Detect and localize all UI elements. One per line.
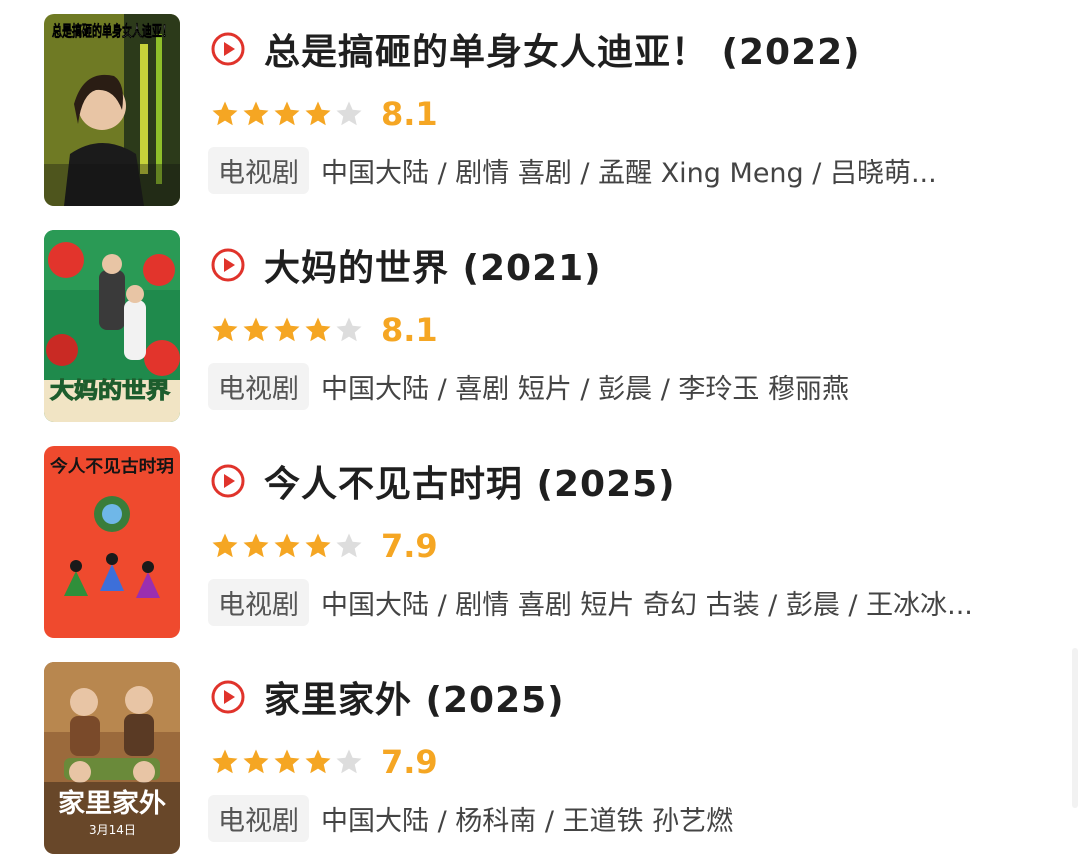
- movie-result-list: 总是搞砸的单身女人迪亚！ 总是搞砸的单身女人迪亚！ (2022) 8.1 电视剧…: [0, 0, 1080, 866]
- poster-title: 总是搞砸的单身女人迪亚！: [52, 22, 172, 40]
- poster-image[interactable]: 总是搞砸的单身女人迪亚！: [44, 14, 180, 206]
- star-icon: [243, 749, 269, 774]
- item-title[interactable]: 家里家外 (2025): [264, 671, 565, 723]
- poster-image[interactable]: 今人不见古时玥: [44, 446, 180, 638]
- list-item[interactable]: 家里家外 3月14日 家里家外 (2025) 7.9 电视剧 中国大陆 / 杨科: [0, 662, 1080, 862]
- item-title[interactable]: 大妈的世界 (2021): [264, 239, 602, 291]
- star-rating: [210, 747, 365, 777]
- list-item[interactable]: 今人不见古时玥 今人不见古时玥 (2025) 7.9 电视剧 中国大陆 / 剧情…: [0, 446, 1080, 646]
- star-rating: [210, 99, 365, 129]
- star-icon: [212, 101, 238, 126]
- star-icon: [274, 101, 300, 126]
- star-empty-icon: [336, 101, 362, 126]
- star-icon: [305, 749, 331, 774]
- list-item[interactable]: 大妈的世界 大妈的世界 (2021) 8.1 电视剧 中国大陆 / 喜剧 短片 …: [0, 230, 1080, 430]
- star-icon: [243, 533, 269, 558]
- rating-score: 7.9: [381, 527, 438, 565]
- play-circle-icon[interactable]: [210, 679, 246, 715]
- star-icon: [212, 749, 238, 774]
- poster-title: 家里家外: [58, 788, 166, 819]
- play-circle-icon[interactable]: [210, 463, 246, 499]
- poster-title: 今人不见古时玥: [50, 456, 174, 477]
- poster-image[interactable]: 大妈的世界: [44, 230, 180, 422]
- star-icon: [305, 101, 331, 126]
- category-tag: 电视剧: [208, 146, 309, 194]
- item-meta: 中国大陆 / 喜剧 短片 / 彭晨 / 李玲玉 穆丽燕: [321, 373, 849, 405]
- poster-image[interactable]: 家里家外 3月14日: [44, 662, 180, 854]
- rating-score: 8.1: [381, 311, 438, 349]
- star-empty-icon: [336, 533, 362, 558]
- scrollbar[interactable]: [1072, 648, 1078, 808]
- star-empty-icon: [336, 749, 362, 774]
- rating-score: 7.9: [381, 743, 438, 781]
- star-icon: [212, 317, 238, 342]
- item-title[interactable]: 总是搞砸的单身女人迪亚！ (2022): [264, 23, 861, 75]
- star-rating: [210, 531, 365, 561]
- star-icon: [305, 533, 331, 558]
- star-icon: [274, 317, 300, 342]
- list-item[interactable]: 总是搞砸的单身女人迪亚！ 总是搞砸的单身女人迪亚！ (2022) 8.1 电视剧…: [0, 14, 1080, 214]
- item-meta: 中国大陆 / 剧情 喜剧 / 孟醒 Xing Meng / 吕晓萌...: [321, 157, 937, 189]
- category-tag: 电视剧: [208, 794, 309, 842]
- poster-title: 大妈的世界: [50, 378, 170, 404]
- star-icon: [243, 101, 269, 126]
- star-icon: [274, 749, 300, 774]
- star-rating: [210, 315, 365, 345]
- poster-date: 3月14日: [89, 823, 136, 837]
- play-circle-icon[interactable]: [210, 247, 246, 283]
- category-tag: 电视剧: [208, 578, 309, 626]
- star-empty-icon: [336, 317, 362, 342]
- star-icon: [212, 533, 238, 558]
- star-icon: [243, 317, 269, 342]
- category-tag: 电视剧: [208, 362, 309, 410]
- item-meta: 中国大陆 / 剧情 喜剧 短片 奇幻 古装 / 彭晨 / 王冰冰...: [321, 589, 973, 621]
- rating-score: 8.1: [381, 95, 438, 133]
- star-icon: [305, 317, 331, 342]
- item-title[interactable]: 今人不见古时玥 (2025): [264, 455, 676, 507]
- star-icon: [274, 533, 300, 558]
- item-meta: 中国大陆 / 杨科南 / 王道铁 孙艺燃: [321, 805, 734, 837]
- play-circle-icon[interactable]: [210, 31, 246, 67]
